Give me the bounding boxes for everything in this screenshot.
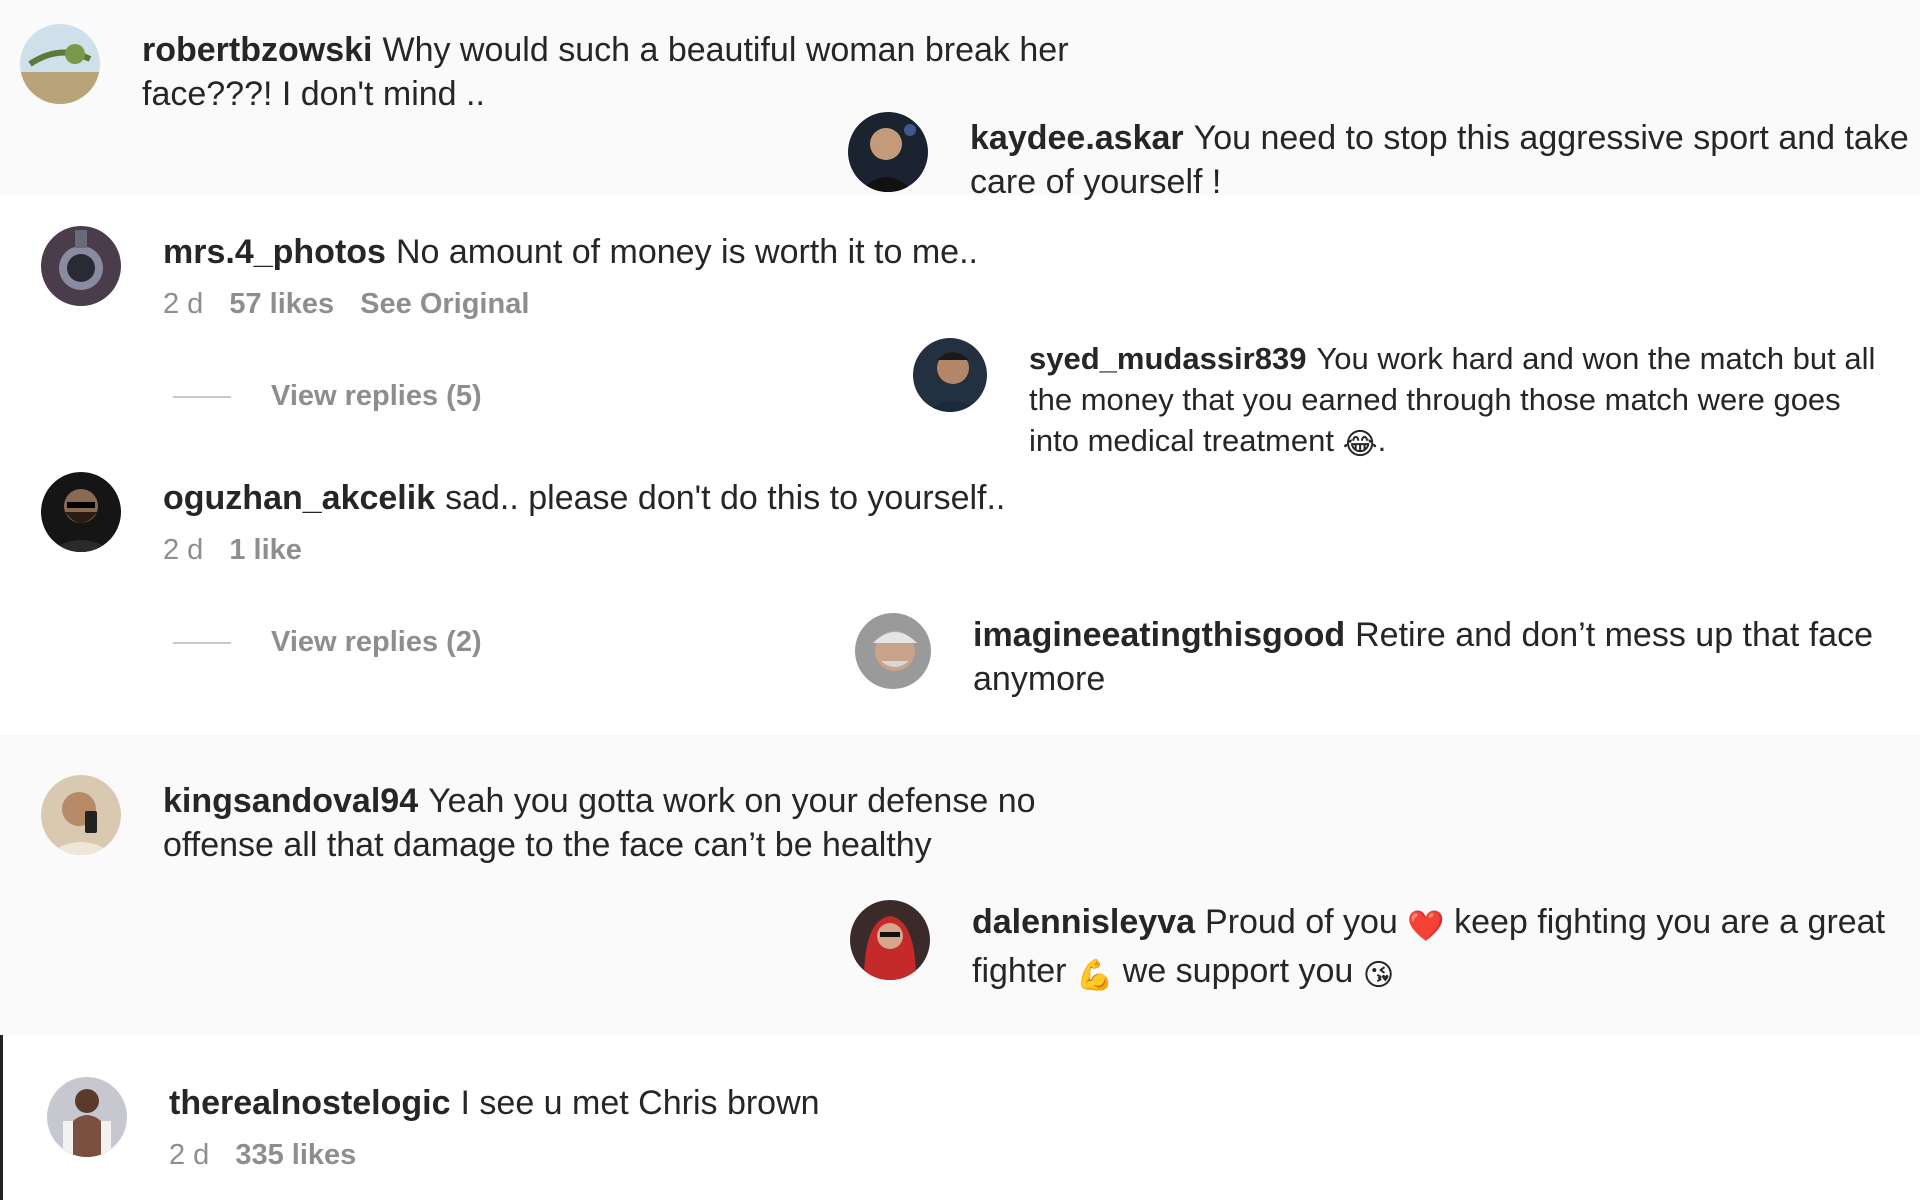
comment-username[interactable]: kingsandoval94	[163, 782, 418, 820]
comment-syed-mudassir839: syed_mudassir839 You work hard and won th…	[913, 338, 1875, 465]
comment-text-tail: .	[1377, 423, 1387, 458]
comment-username[interactable]: oguzhan_akcelik	[163, 479, 435, 517]
comment-likes[interactable]: 335 likes	[235, 1139, 356, 1172]
comment-text: Why would such a beautiful woman break h…	[382, 31, 1069, 69]
comment-username[interactable]: imagineeatingthisgood	[973, 616, 1345, 654]
comment-text-line3: into medical treatment	[1029, 423, 1334, 458]
comment-username[interactable]: mrs.4_photos	[163, 233, 386, 271]
flexed-biceps-emoji-icon: 💪	[1075, 959, 1114, 992]
avatar-red-hair-icon[interactable]	[850, 900, 930, 980]
comment-text: Proud of you	[1205, 903, 1398, 941]
view-replies-label: View replies (2)	[271, 626, 482, 658]
heart-emoji-icon: ❤️	[1407, 910, 1445, 943]
comment-text: You work hard and won the match but all	[1316, 341, 1876, 376]
comment-text: Yeah you gotta work on your defense no	[428, 782, 1036, 820]
comment-dalennisleyva: dalennisleyva Proud of you ❤️ keep fighti…	[850, 900, 1885, 998]
avatar-landscape-icon[interactable]	[20, 24, 100, 104]
avatar-selfie-icon[interactable]	[41, 775, 121, 855]
view-replies-label: View replies (5)	[271, 380, 482, 412]
left-rule	[0, 1035, 3, 1200]
avatar-man-icon[interactable]	[848, 112, 928, 192]
comment-text: You need to stop this aggressive sport a…	[1193, 119, 1909, 157]
comment-text-line2b: we support you	[1122, 952, 1354, 990]
kiss-emoji-icon: 😘	[1362, 959, 1395, 992]
see-original-link[interactable]: See Original	[360, 288, 529, 321]
comment-text: Retire and don’t mess up that face	[1355, 616, 1873, 654]
comment-therealnostelogic: therealnostelogic I see u met Chris brown…	[47, 1077, 820, 1172]
view-replies-button[interactable]: View replies (2)	[173, 626, 482, 659]
comment-robertbzowski: robertbzowski Why would such a beautiful …	[20, 24, 1069, 116]
comment-username[interactable]: therealnostelogic	[169, 1084, 451, 1122]
comment-kaydee-askar: kaydee.askar You need to stop this aggres…	[848, 112, 1909, 204]
comment-text-line2: the money that you earned through those …	[1029, 382, 1841, 417]
comment-likes[interactable]: 1 like	[229, 534, 302, 567]
comment-text-line2: face???! I don't mind ..	[142, 75, 485, 113]
comment-text: No amount of money is worth it to me..	[395, 233, 978, 271]
avatar-shirtless-icon[interactable]	[47, 1077, 127, 1157]
comment-text-line2: fighter	[972, 952, 1067, 990]
view-replies-line	[173, 641, 231, 644]
comment-text-line2: anymore	[973, 660, 1106, 698]
comment-time: 2 d	[163, 288, 204, 320]
avatar-man-dark-icon[interactable]	[913, 338, 987, 412]
avatar-grey-hair-icon[interactable]	[855, 613, 931, 689]
comment-likes[interactable]: 57 likes	[229, 288, 334, 321]
comment-time: 2 d	[169, 1139, 210, 1171]
comment-oguzhan-akcelik: oguzhan_akcelik sad.. please don't do thi…	[41, 472, 1005, 567]
avatar-watch-icon[interactable]	[41, 226, 121, 306]
laughing-emoji-icon: 😂	[1342, 428, 1378, 461]
comment-username[interactable]: kaydee.askar	[970, 119, 1184, 157]
comment-mrs-4-photos: mrs.4_photos No amount of money is worth …	[41, 226, 978, 321]
comment-username[interactable]: syed_mudassir839	[1029, 341, 1306, 376]
avatar-bearded-icon[interactable]	[41, 472, 121, 552]
comment-username[interactable]: robertbzowski	[142, 31, 372, 69]
comment-kingsandoval94: kingsandoval94 Yeah you gotta work on you…	[41, 775, 1036, 867]
comment-imagineeatingthisgood: imagineeatingthisgood Retire and don’t me…	[855, 613, 1873, 701]
comment-text-line2: offense all that damage to the face can’…	[163, 826, 932, 864]
comment-text: sad.. please don't do this to yourself..	[445, 479, 1006, 517]
view-replies-button[interactable]: View replies (5)	[173, 380, 482, 413]
comment-username[interactable]: dalennisleyva	[972, 903, 1195, 941]
comment-time: 2 d	[163, 534, 204, 566]
comment-text: I see u met Chris brown	[460, 1084, 820, 1122]
comment-text-line2: care of yourself !	[970, 163, 1222, 201]
comment-text-mid: keep fighting you are a great	[1454, 903, 1886, 941]
view-replies-line	[173, 395, 231, 398]
